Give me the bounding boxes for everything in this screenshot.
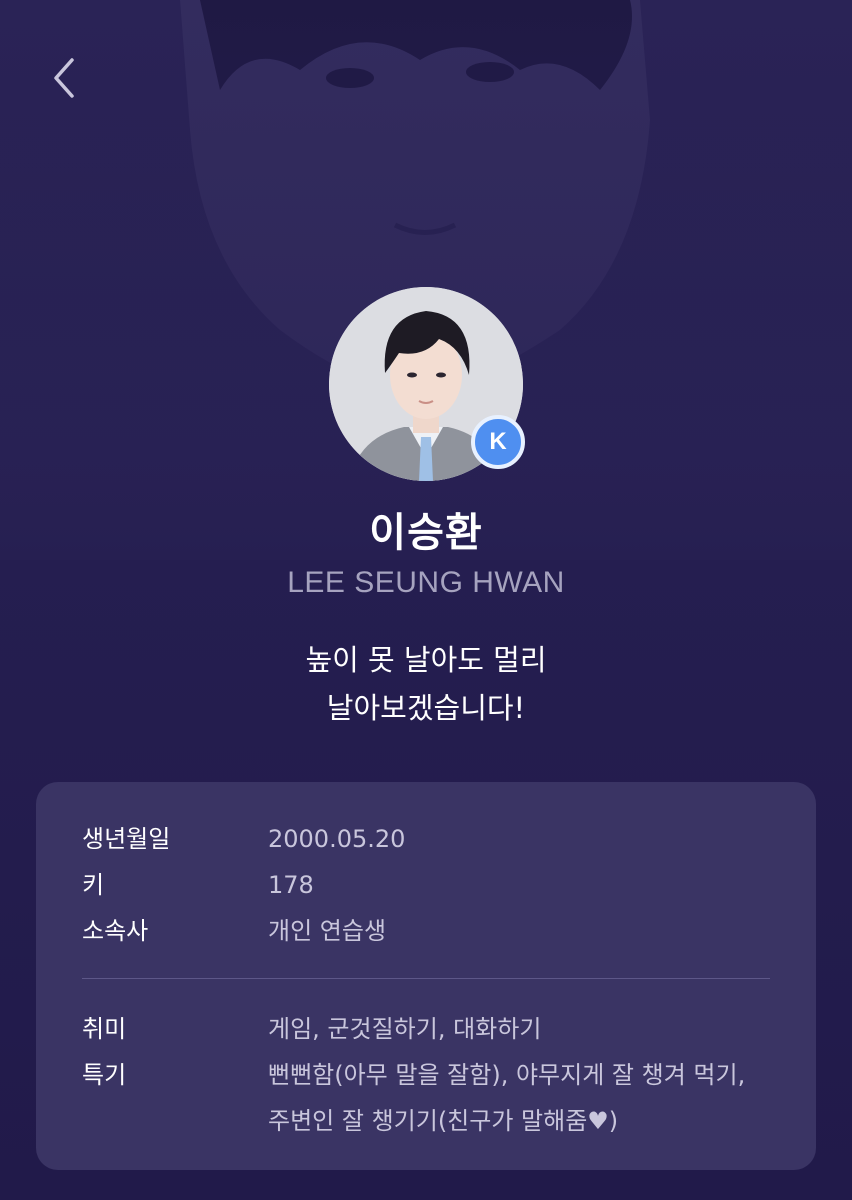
info-value: 뻔뻔함(아무 말을 잘함), 야무지게 잘 챙겨 먹기, 주변인 잘 챙기기(친… <box>268 1052 798 1144</box>
info-value: 게임, 군것질하기, 대화하기 <box>268 1015 542 1043</box>
motto-line: 높이 못 날아도 멀리 <box>305 643 547 677</box>
back-button[interactable] <box>36 50 92 106</box>
info-label: 취미 <box>82 1015 127 1043</box>
verified-badge-icon: K <box>471 415 525 469</box>
info-value-line: 뻔뻔함(아무 말을 잘함), 야무지게 잘 챙겨 먹기, <box>268 1061 746 1089</box>
info-label: 키 <box>82 871 105 899</box>
motto-line: 날아보겠습니다! <box>326 691 526 725</box>
avatar-container: K <box>329 287 525 481</box>
profile-name-korean: 이승환 <box>369 510 483 556</box>
info-value: 178 <box>268 871 314 899</box>
badge-letter: K <box>489 428 507 455</box>
info-value: 개인 연습생 <box>268 917 387 945</box>
info-row-talent: 특기 뻔뻔함(아무 말을 잘함), 야무지게 잘 챙겨 먹기, 주변인 잘 챙기… <box>82 1052 798 1144</box>
info-label: 소속사 <box>82 917 149 945</box>
profile-motto: 높이 못 날아도 멀리 날아보겠습니다! <box>0 636 852 732</box>
info-label: 생년월일 <box>82 825 171 853</box>
profile-info-card: 생년월일 2000.05.20 키 178 소속사 개인 연습생 취미 게임, … <box>36 782 816 1170</box>
info-row-height: 키 178 <box>82 862 798 908</box>
chevron-left-icon <box>54 58 74 98</box>
info-label: 특기 <box>82 1061 127 1089</box>
info-row-hobby: 취미 게임, 군것질하기, 대화하기 <box>82 1006 798 1052</box>
info-value: 2000.05.20 <box>268 825 406 853</box>
info-value-line: 주변인 잘 챙기기(친구가 말해줌♥) <box>268 1107 619 1135</box>
info-row-birthdate: 생년월일 2000.05.20 <box>82 816 798 862</box>
profile-name-english: LEE SEUNG HWAN <box>287 566 565 599</box>
info-row-agency: 소속사 개인 연습생 <box>82 908 798 954</box>
divider <box>82 978 770 979</box>
profile-page: K 이승환 LEE SEUNG HWAN 높이 못 날아도 멀리 날아보겠습니다… <box>0 0 852 1200</box>
